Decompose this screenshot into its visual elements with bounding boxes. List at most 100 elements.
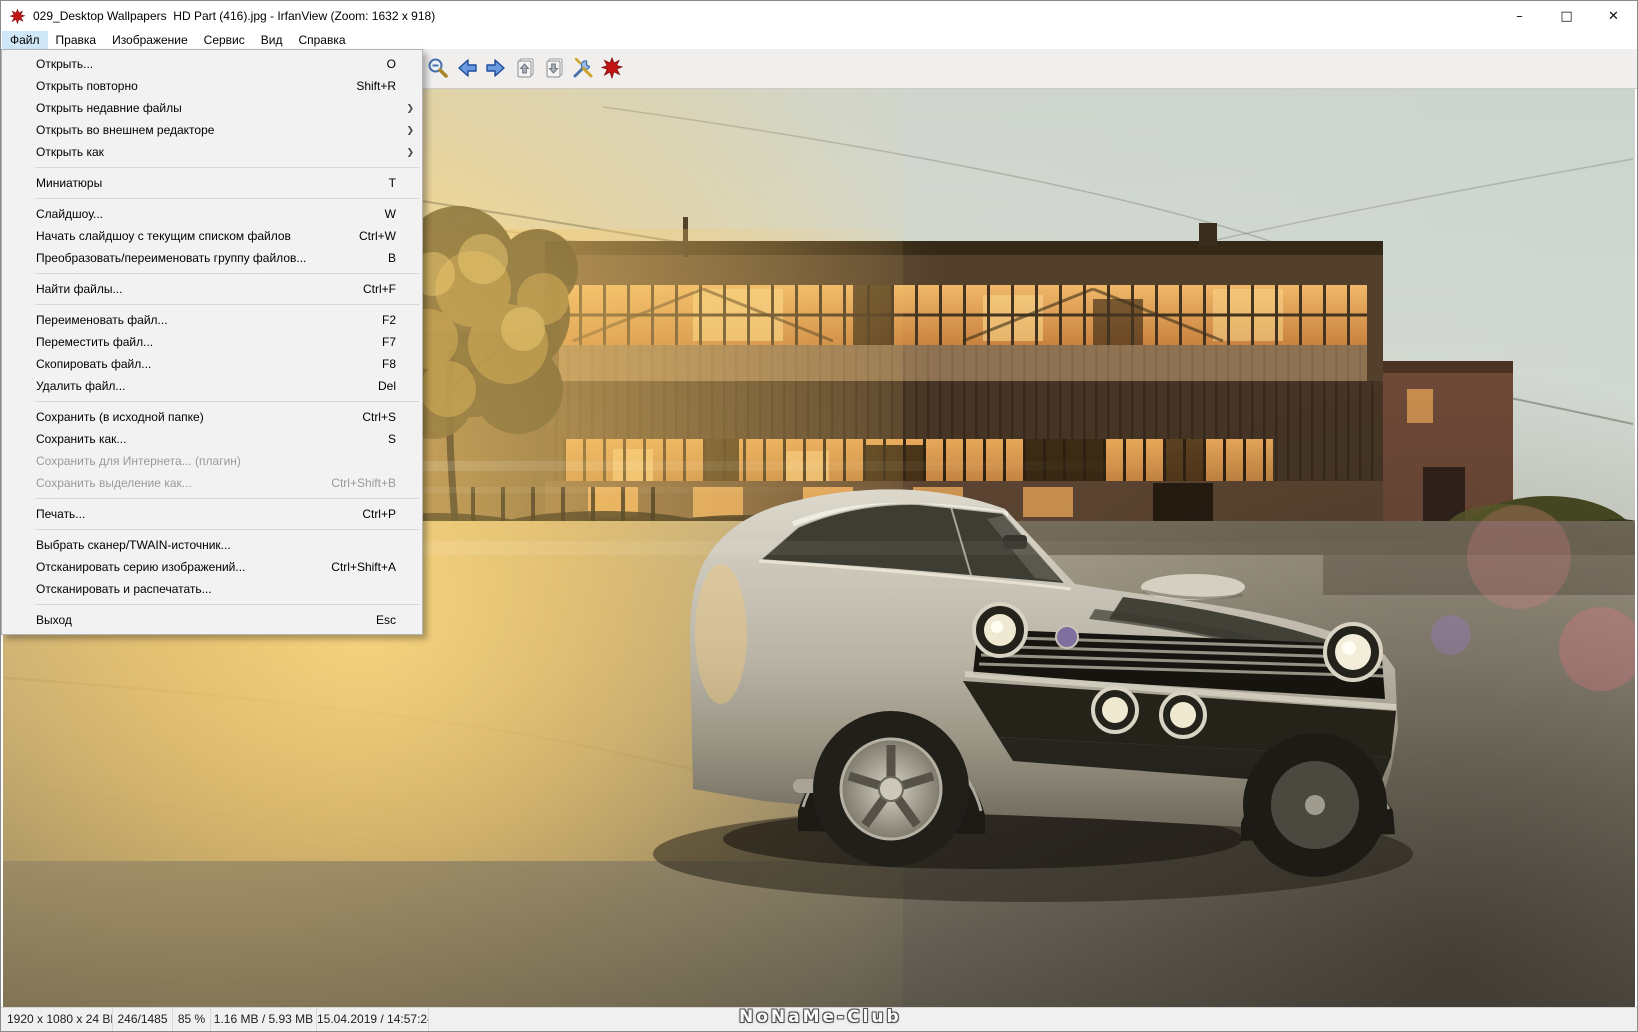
menu-item-label: Выбрать сканер/TWAIN-источник... bbox=[36, 538, 231, 552]
menu-item-shortcut: T bbox=[388, 176, 396, 190]
statusbar-segment: 15.04.2019 / 14:57:24 bbox=[317, 1008, 429, 1031]
menu-item-slideshow[interactable]: Слайдшоу... W bbox=[2, 203, 422, 225]
window-title: 029_Desktop Wallpapers HD Part (416).jpg… bbox=[33, 9, 436, 23]
previous-image-icon[interactable] bbox=[454, 54, 480, 82]
menu-item-shortcut: Del bbox=[377, 379, 396, 393]
menu-item-move-file[interactable]: Переместить файл... F7 bbox=[2, 331, 422, 353]
menu-separator bbox=[35, 498, 419, 499]
statusbar-segment: 1920 x 1080 x 24 BPP bbox=[1, 1008, 113, 1031]
menu-item-shortcut: S bbox=[387, 432, 396, 446]
menu-item-shortcut: B bbox=[387, 251, 396, 265]
menu-separator bbox=[35, 304, 419, 305]
menu-item-label: Сохранить как... bbox=[36, 432, 127, 446]
menu-item-search-files[interactable]: Найти файлы... Ctrl+F bbox=[2, 278, 422, 300]
menu-item-shortcut: Ctrl+P bbox=[362, 507, 396, 521]
menubar-item-edit[interactable]: Правка bbox=[48, 31, 105, 49]
menu-item-label: Сохранить (в исходной папке) bbox=[36, 410, 204, 424]
menu-item-label: Начать слайдшоу с текущим списком файлов bbox=[36, 229, 291, 243]
menu-separator bbox=[35, 529, 419, 530]
menu-item-start-slideshow[interactable]: Начать слайдшоу с текущим списком файлов… bbox=[2, 225, 422, 247]
menubar-item-options[interactable]: Сервис bbox=[196, 31, 253, 49]
properties-tools-icon[interactable] bbox=[570, 54, 596, 82]
menu-item-label: Найти файлы... bbox=[36, 282, 123, 296]
menu-item-exit[interactable]: Выход Esc bbox=[2, 609, 422, 631]
menu-item-label: Скопировать файл... bbox=[36, 357, 152, 371]
menu-item-label: Переместить файл... bbox=[36, 335, 154, 349]
menu-item-shortcut bbox=[376, 141, 396, 163]
menu-item-label: Печать... bbox=[36, 507, 86, 521]
menu-item-shortcut: Ctrl+Shift+A bbox=[331, 560, 396, 574]
menu-item-label: Переименовать файл... bbox=[36, 313, 168, 327]
titlebar[interactable]: 029_Desktop Wallpapers HD Part (416).jpg… bbox=[1, 1, 1637, 31]
menu-separator bbox=[35, 167, 419, 168]
menu-item-open-as[interactable]: Открыть как ❯ bbox=[2, 141, 422, 163]
menu-item-open-external-editor[interactable]: Открыть во внешнем редакторе ❯ bbox=[2, 119, 422, 141]
menu-item-delete-file[interactable]: Удалить файл... Del bbox=[2, 375, 422, 397]
menu-item-shortcut: O bbox=[386, 57, 396, 71]
first-image-icon[interactable] bbox=[512, 54, 538, 82]
menu-item-label: Сохранить для Интернета... (плагин) bbox=[36, 454, 241, 468]
menu-item-label: Открыть как bbox=[36, 145, 104, 159]
menu-item-label: Сохранить выделение как... bbox=[36, 476, 192, 490]
menubar-item-file[interactable]: Файл bbox=[2, 31, 48, 49]
next-image-icon[interactable] bbox=[483, 54, 509, 82]
menu-item-label: Отсканировать серию изображений... bbox=[36, 560, 246, 574]
close-button[interactable]: ✕ bbox=[1590, 1, 1637, 31]
menu-item-open[interactable]: Открыть... O bbox=[2, 53, 422, 75]
menu-item-save-for-web: Сохранить для Интернета... (плагин) bbox=[2, 450, 422, 472]
menu-item-batch-conversion[interactable]: Преобразовать/переименовать группу файло… bbox=[2, 247, 422, 269]
menu-item-reopen[interactable]: Открыть повторно Shift+R bbox=[2, 75, 422, 97]
menu-item-shortcut: W bbox=[384, 207, 396, 221]
maximize-button[interactable]: □ bbox=[1543, 1, 1590, 31]
menu-item-shortcut: Shift+R bbox=[356, 79, 396, 93]
menu-item-shortcut: F8 bbox=[381, 357, 396, 371]
menu-item-shortcut: F7 bbox=[381, 335, 396, 349]
menu-item-print[interactable]: Печать... Ctrl+P bbox=[2, 503, 422, 525]
menubar-item-help[interactable]: Справка bbox=[290, 31, 353, 49]
menu-item-shortcut: Ctrl+S bbox=[362, 410, 396, 424]
submenu-arrow-icon: ❯ bbox=[406, 147, 414, 157]
menu-item-shortcut: Ctrl+Shift+B bbox=[331, 476, 396, 490]
menu-item-open-recent[interactable]: Открыть недавние файлы ❯ bbox=[2, 97, 422, 119]
menu-item-label: Выход bbox=[36, 613, 72, 627]
file-menu: Открыть... O Открыть повторно Shift+R Открыт… bbox=[1, 49, 423, 635]
menu-item-shortcut bbox=[376, 578, 396, 600]
menu-separator bbox=[35, 604, 419, 605]
menu-item-shortcut bbox=[376, 450, 396, 472]
menu-item-acquire-batch-scan[interactable]: Отсканировать серию изображений... Ctrl+S… bbox=[2, 556, 422, 578]
menu-item-select-twain-source[interactable]: Выбрать сканер/TWAIN-источник... bbox=[2, 534, 422, 556]
menu-item-save-selection-as: Сохранить выделение как... Ctrl+Shift+B bbox=[2, 472, 422, 494]
statusbar-segment: 246/1485 bbox=[113, 1008, 173, 1031]
menu-item-shortcut bbox=[376, 97, 396, 119]
menu-item-save-as[interactable]: Сохранить как... S bbox=[2, 428, 422, 450]
menu-item-save-original[interactable]: Сохранить (в исходной папке) Ctrl+S bbox=[2, 406, 422, 428]
menu-item-copy-shop[interactable]: Отсканировать и распечатать... bbox=[2, 578, 422, 600]
menu-item-label: Миниатюры bbox=[36, 176, 103, 190]
menu-item-rename-file[interactable]: Переименовать файл... F2 bbox=[2, 309, 422, 331]
irfanview-window: 029_Desktop Wallpapers HD Part (416).jpg… bbox=[0, 0, 1638, 1032]
menu-item-shortcut: Ctrl+F bbox=[363, 282, 396, 296]
menu-item-label: Отсканировать и распечатать... bbox=[36, 582, 212, 596]
zoom-out-icon[interactable] bbox=[425, 54, 451, 82]
menu-item-thumbnails[interactable]: Миниатюры T bbox=[2, 172, 422, 194]
irfanview-logo-icon bbox=[9, 8, 26, 25]
irfanview-devil-icon[interactable] bbox=[599, 54, 625, 82]
menubar-item-view[interactable]: Вид bbox=[253, 31, 291, 49]
menu-item-label: Преобразовать/переименовать группу файло… bbox=[36, 251, 307, 265]
minimize-button[interactable]: – bbox=[1496, 1, 1543, 31]
menu-item-shortcut bbox=[376, 534, 396, 556]
menu-item-label: Слайдшоу... bbox=[36, 207, 104, 221]
window-controls: – □ ✕ bbox=[1496, 1, 1637, 31]
last-image-icon[interactable] bbox=[541, 54, 567, 82]
menu-item-shortcut: F2 bbox=[381, 313, 396, 327]
menu-item-label: Открыть во внешнем редакторе bbox=[36, 123, 215, 137]
submenu-arrow-icon: ❯ bbox=[406, 103, 414, 113]
menu-item-label: Открыть повторно bbox=[36, 79, 138, 93]
menubar-item-image[interactable]: Изображение bbox=[104, 31, 196, 49]
menu-item-shortcut bbox=[376, 119, 396, 141]
statusbar-segment: 85 % bbox=[173, 1008, 211, 1031]
watermark: NoNaMe-Club bbox=[739, 1007, 902, 1027]
menu-item-shortcut: Ctrl+W bbox=[359, 229, 396, 243]
menu-item-shortcut: Esc bbox=[375, 613, 396, 627]
menu-item-copy-file[interactable]: Скопировать файл... F8 bbox=[2, 353, 422, 375]
